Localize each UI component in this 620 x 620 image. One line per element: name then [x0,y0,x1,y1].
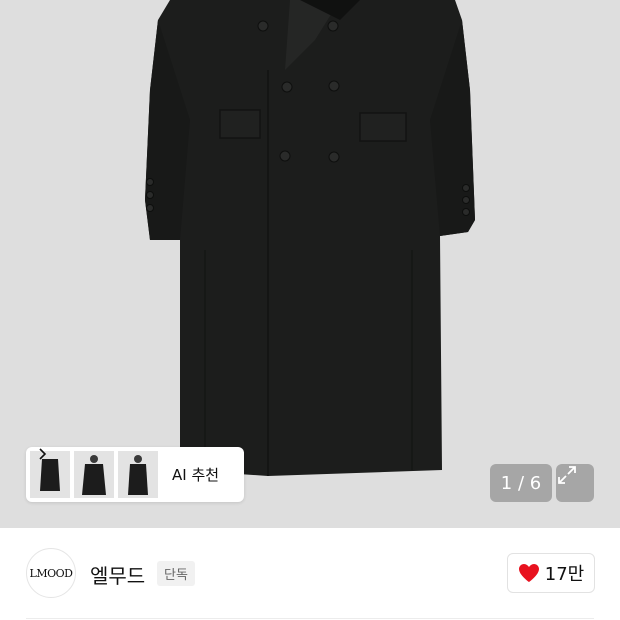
like-button[interactable]: 17만 [507,553,595,593]
coat-thumb-icon [82,455,106,495]
thumbnail-3[interactable] [118,451,158,498]
product-image-gallery[interactable]: AI 추천 1 / 6 [0,0,620,528]
ai-recommend-card[interactable]: AI 추천 [26,447,244,502]
chevron-right-icon [39,448,47,460]
thumbnail-2[interactable] [74,451,114,498]
image-pager: 1 / 6 [490,464,552,502]
coat-thumb-icon [128,455,148,495]
exclusive-badge: 단독 [157,561,195,586]
heart-icon [518,564,539,582]
like-count: 17만 [544,564,585,585]
brand-info-row: LMOOD 엘무드 단독 17만 [0,528,620,620]
expand-button[interactable] [556,464,594,502]
expand-icon [558,466,576,484]
brand-name[interactable]: 엘무드 [90,560,145,589]
divider [26,618,594,619]
ai-recommend-label: AI 추천 [172,466,220,484]
brand-logo[interactable]: LMOOD [26,548,76,598]
